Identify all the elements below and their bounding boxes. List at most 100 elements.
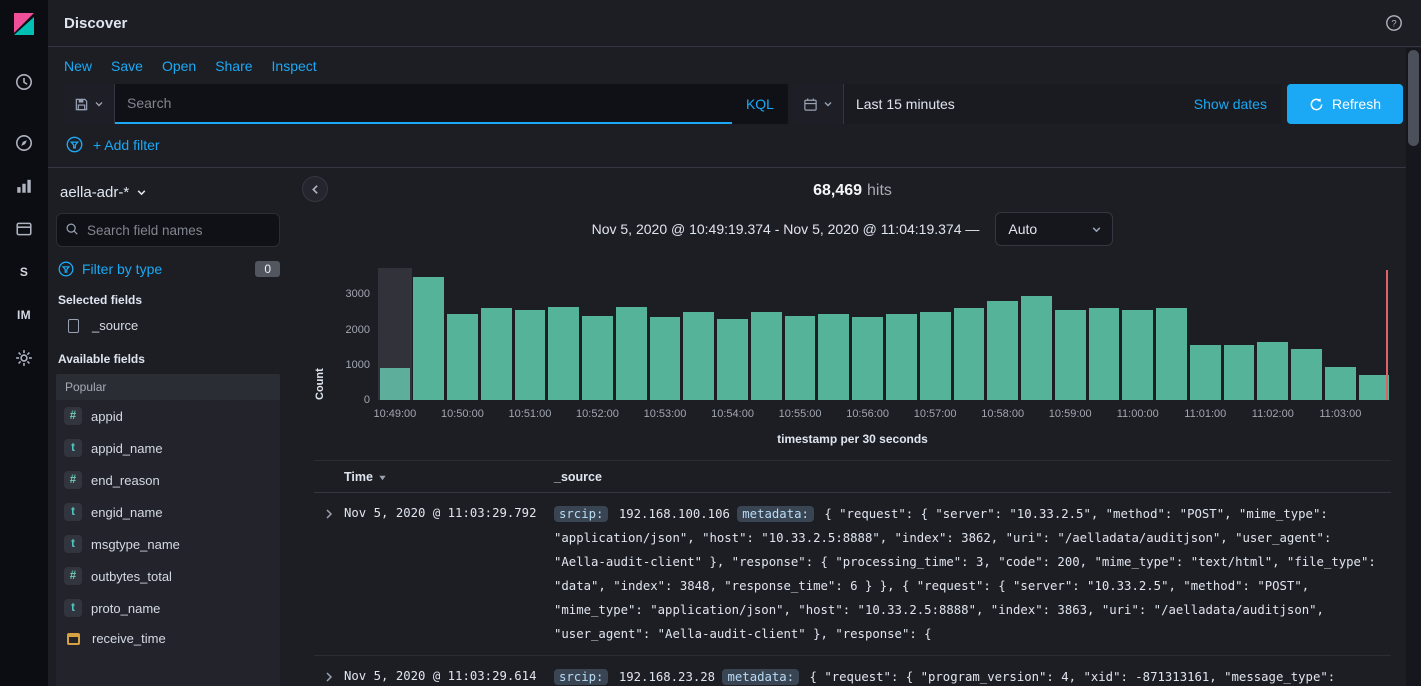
histogram-bucket[interactable] <box>1087 268 1121 400</box>
kql-toggle[interactable]: KQL <box>732 84 788 124</box>
collapse-sidebar-button[interactable] <box>302 176 328 202</box>
recent-icon[interactable] <box>10 72 38 92</box>
menu-open[interactable]: Open <box>162 58 196 74</box>
histogram-bucket[interactable] <box>986 268 1020 400</box>
histogram-bar[interactable] <box>447 314 478 400</box>
menu-new[interactable]: New <box>64 58 92 74</box>
histogram-bucket[interactable] <box>716 268 750 400</box>
histogram-bucket[interactable] <box>1323 268 1357 400</box>
field-item-outbytes_total[interactable]: #outbytes_total <box>56 560 280 592</box>
histogram-bar[interactable] <box>515 310 546 400</box>
scrollbar-thumb[interactable] <box>1408 50 1419 146</box>
field-search-input[interactable] <box>56 213 280 247</box>
histogram-bar[interactable] <box>1122 310 1153 400</box>
settings-icon[interactable] <box>10 348 38 368</box>
histogram-bar[interactable] <box>1055 310 1086 400</box>
histogram-bar[interactable] <box>1291 349 1322 400</box>
field-item-appid_name[interactable]: tappid_name <box>56 432 280 464</box>
histogram-bar[interactable] <box>1190 345 1221 400</box>
app-s-icon[interactable]: S <box>10 262 38 282</box>
saved-query-button[interactable] <box>64 84 115 124</box>
histogram-bucket[interactable] <box>1256 268 1290 400</box>
menu-inspect[interactable]: Inspect <box>272 58 317 74</box>
histogram-bucket[interactable] <box>1290 268 1324 400</box>
histogram-bar[interactable] <box>582 316 613 400</box>
add-filter-link[interactable]: + Add filter <box>93 137 160 153</box>
histogram-bar[interactable] <box>1257 342 1288 400</box>
field-item-proto_name[interactable]: tproto_name <box>56 592 280 624</box>
histogram-bar[interactable] <box>1224 345 1255 400</box>
visualize-icon[interactable] <box>10 176 38 196</box>
histogram-bucket[interactable] <box>446 268 480 400</box>
calendar-button[interactable] <box>793 84 844 124</box>
dashboard-icon[interactable] <box>10 219 38 239</box>
histogram-bucket[interactable] <box>378 268 412 400</box>
histogram-bar[interactable] <box>1325 367 1356 400</box>
app-im-icon[interactable]: IM <box>10 305 38 325</box>
histogram-bucket[interactable] <box>479 268 513 400</box>
refresh-button[interactable]: Refresh <box>1287 84 1403 124</box>
field-item-receive_time[interactable]: receive_time <box>56 624 280 653</box>
histogram-bar[interactable] <box>380 368 411 400</box>
index-pattern-selector[interactable]: aella-adr-* <box>56 180 280 213</box>
expand-row-button[interactable] <box>314 502 344 520</box>
histogram-bucket[interactable] <box>884 268 918 400</box>
histogram-bar[interactable] <box>548 307 579 400</box>
histogram-bar[interactable] <box>616 307 647 400</box>
histogram-bar[interactable] <box>650 317 681 400</box>
field-item-engid_name[interactable]: tengid_name <box>56 496 280 528</box>
histogram-bar[interactable] <box>481 308 512 400</box>
histogram-bar[interactable] <box>987 301 1018 400</box>
field-item-end_reason[interactable]: #end_reason <box>56 464 280 496</box>
field-item-msgtype_name[interactable]: tmsgtype_name <box>56 528 280 560</box>
histogram-bar[interactable] <box>1089 308 1120 400</box>
histogram-bucket[interactable] <box>614 268 648 400</box>
scrollbar[interactable] <box>1406 48 1421 686</box>
time-range-display[interactable]: Last 15 minutes <box>844 96 1194 112</box>
histogram-bar[interactable] <box>818 314 849 400</box>
menu-save[interactable]: Save <box>111 58 143 74</box>
kibana-logo[interactable] <box>0 0 48 48</box>
field-item-_source[interactable]: _source <box>56 311 280 340</box>
show-dates-link[interactable]: Show dates <box>1194 96 1281 112</box>
histogram-bucket[interactable] <box>918 268 952 400</box>
histogram-bucket[interactable] <box>749 268 783 400</box>
menu-share[interactable]: Share <box>215 58 252 74</box>
histogram-bucket[interactable] <box>952 268 986 400</box>
histogram-bar[interactable] <box>785 316 816 400</box>
column-header-time[interactable]: Time <box>344 470 554 484</box>
histogram-bucket[interactable] <box>851 268 885 400</box>
field-item-appid[interactable]: #appid <box>56 400 280 432</box>
histogram-bucket[interactable] <box>1053 268 1087 400</box>
histogram-bucket[interactable] <box>581 268 615 400</box>
filter-icon[interactable] <box>66 136 83 153</box>
histogram-bar[interactable] <box>920 312 951 400</box>
histogram-bucket[interactable] <box>648 268 682 400</box>
histogram-bar[interactable] <box>954 308 985 400</box>
histogram-bar[interactable] <box>1156 308 1187 400</box>
histogram-bucket[interactable] <box>513 268 547 400</box>
histogram-bucket[interactable] <box>783 268 817 400</box>
histogram-bar[interactable] <box>1359 375 1390 400</box>
interval-select[interactable]: Auto <box>995 212 1113 246</box>
histogram-bucket[interactable] <box>682 268 716 400</box>
histogram-bucket[interactable] <box>817 268 851 400</box>
discover-icon[interactable] <box>10 133 38 153</box>
histogram-bar[interactable] <box>852 317 883 400</box>
histogram-bucket[interactable] <box>547 268 581 400</box>
histogram-bucket[interactable] <box>412 268 446 400</box>
histogram-bar[interactable] <box>683 312 714 400</box>
histogram-bar[interactable] <box>751 312 782 400</box>
help-icon[interactable]: ? <box>1385 14 1403 32</box>
histogram-bar[interactable] <box>886 314 917 400</box>
expand-row-button[interactable] <box>314 665 344 683</box>
histogram-bucket[interactable] <box>1188 268 1222 400</box>
histogram-bar[interactable] <box>1021 296 1052 400</box>
histogram-bucket[interactable] <box>1222 268 1256 400</box>
histogram-bar[interactable] <box>413 277 444 400</box>
histogram-bucket[interactable] <box>1155 268 1189 400</box>
filter-by-type-link[interactable]: Filter by type <box>82 261 162 277</box>
histogram-bucket[interactable] <box>1121 268 1155 400</box>
histogram-bucket[interactable] <box>1020 268 1054 400</box>
search-input[interactable] <box>115 84 732 124</box>
